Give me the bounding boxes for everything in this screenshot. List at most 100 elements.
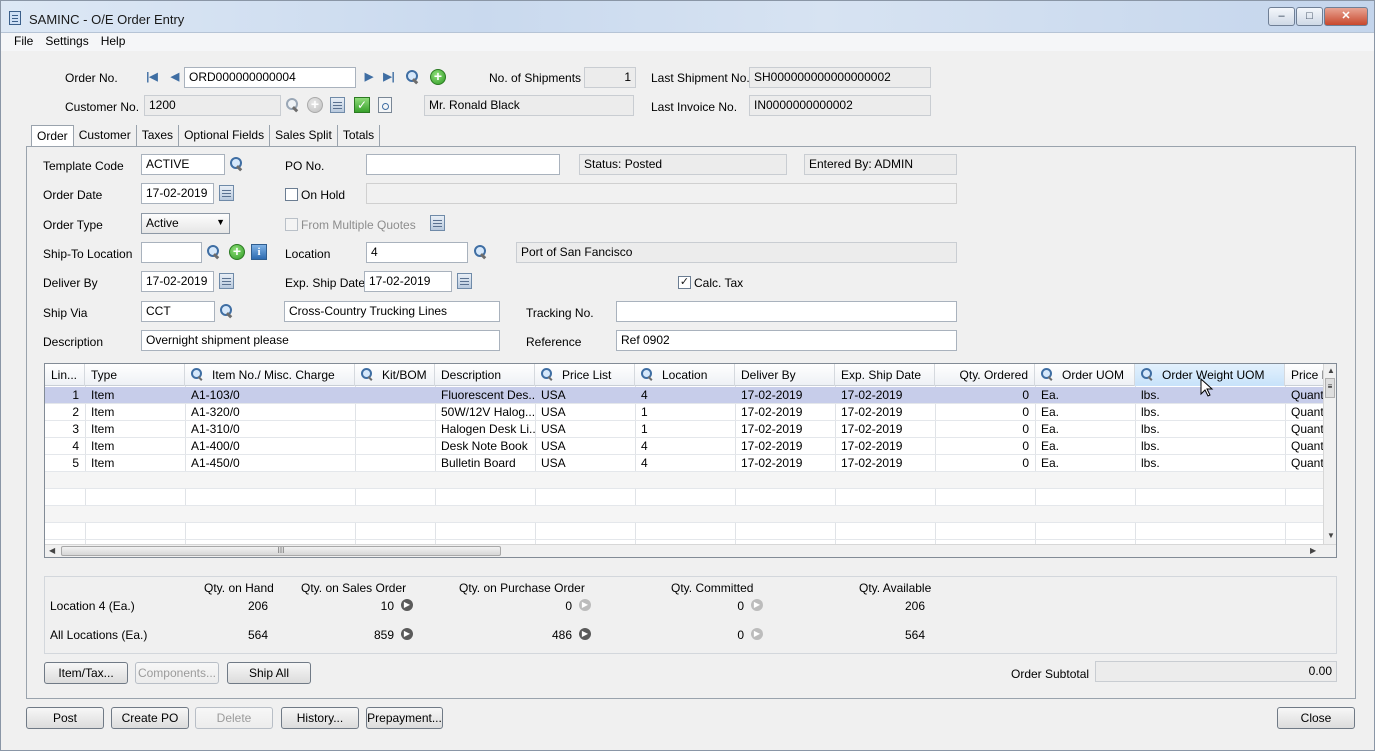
po-no-field[interactable] <box>366 154 560 175</box>
table-row[interactable]: 1 Item A1-103/0 Fluorescent Des... USA 4… <box>45 387 1325 404</box>
cell-location: 4 <box>641 439 648 453</box>
scroll-right-icon[interactable]: ▶ <box>1310 546 1316 555</box>
col-order-uom[interactable]: Order UOM <box>1035 364 1135 386</box>
location-finder-icon[interactable] <box>473 244 489 260</box>
ship-via-field[interactable]: CCT <box>141 301 215 322</box>
menu-settings[interactable]: Settings <box>39 33 94 48</box>
search-icon[interactable] <box>1141 368 1154 381</box>
scroll-thumb[interactable]: ≡ <box>1325 378 1335 398</box>
col-type[interactable]: Type <box>85 364 185 386</box>
customer-inquiry-icon[interactable] <box>378 97 392 113</box>
drilldown-icon[interactable]: ▶ <box>579 628 591 640</box>
table-row[interactable]: 3 Item A1-310/0 Halogen Desk Li... USA 1… <box>45 421 1325 438</box>
table-row-empty[interactable] <box>45 523 1325 540</box>
new-ship-to-icon[interactable]: + <box>229 244 245 260</box>
quotes-info-icon[interactable] <box>430 215 445 231</box>
col-location[interactable]: Location <box>635 364 735 386</box>
tab-optional-fields[interactable]: Optional Fields <box>179 125 271 147</box>
item-tax-button[interactable]: Item/Tax... <box>44 662 128 684</box>
first-record-icon[interactable]: |◀ <box>146 71 158 83</box>
table-row[interactable]: 2 Item A1-320/0 50W/12V Halog... USA 1 1… <box>45 404 1325 421</box>
scroll-up-icon[interactable]: ▲ <box>1327 366 1335 375</box>
tab-totals[interactable]: Totals <box>337 125 381 147</box>
table-row-empty[interactable] <box>45 489 1325 506</box>
tracking-field[interactable] <box>616 301 957 322</box>
scroll-left-icon[interactable]: ◀ <box>49 546 55 555</box>
reference-field[interactable]: Ref 0902 <box>616 330 957 351</box>
close-window-button[interactable]: ✕ <box>1324 7 1368 26</box>
grid-horizontal-scrollbar[interactable]: ◀ III ▶ <box>45 544 1336 557</box>
search-icon[interactable] <box>361 368 374 381</box>
table-row[interactable]: 4 Item A1-400/0 Desk Note Book USA 4 17-… <box>45 438 1325 455</box>
deliver-by-field[interactable]: 17-02-2019 <box>141 271 214 292</box>
order-finder-icon[interactable] <box>405 69 421 85</box>
exp-ship-calendar-icon[interactable] <box>457 273 472 289</box>
col-item-no[interactable]: Item No./ Misc. Charge <box>185 364 355 386</box>
col-price-list[interactable]: Price List <box>535 364 635 386</box>
calc-tax-checkbox[interactable]: ✓ <box>678 276 691 289</box>
ship-via-description[interactable]: Cross-Country Trucking Lines <box>284 301 500 322</box>
table-row-empty[interactable] <box>45 506 1325 523</box>
col-line[interactable]: Lin... <box>45 364 85 386</box>
order-detail-grid[interactable]: Lin... Type Item No./ Misc. Charge Kit/B… <box>44 363 1337 558</box>
search-icon[interactable] <box>191 368 204 381</box>
description-field[interactable]: Overnight shipment please <box>141 330 500 351</box>
search-icon[interactable] <box>541 368 554 381</box>
status-field: Status: Posted <box>579 154 787 175</box>
template-code-label: Template Code <box>43 159 124 173</box>
col-kit-bom[interactable]: Kit/BOM <box>355 364 435 386</box>
table-row[interactable]: 5 Item A1-450/0 Bulletin Board USA 4 17-… <box>45 455 1325 472</box>
maximize-button[interactable]: □ <box>1296 7 1323 26</box>
drilldown-icon[interactable]: ▶ <box>401 628 413 640</box>
next-record-icon[interactable]: ▶ <box>363 71 375 83</box>
location-field[interactable]: 4 <box>366 242 468 263</box>
col-deliver-by[interactable]: Deliver By <box>735 364 835 386</box>
col-qty-ordered[interactable]: Qty. Ordered <box>935 364 1035 386</box>
cell-order-uom: Ea. <box>1041 405 1060 419</box>
new-order-icon[interactable]: + <box>430 69 446 85</box>
col-exp-ship-date[interactable]: Exp. Ship Date <box>835 364 935 386</box>
ship-to-finder-icon[interactable] <box>206 244 222 260</box>
tab-sales-split[interactable]: Sales Split <box>270 125 338 147</box>
scroll-thumb[interactable]: III <box>61 546 501 556</box>
order-date-calendar-icon[interactable] <box>219 185 234 201</box>
exp-ship-field[interactable]: 17-02-2019 <box>364 271 452 292</box>
create-po-button[interactable]: Create PO <box>111 707 189 729</box>
ship-all-button[interactable]: Ship All <box>227 662 311 684</box>
table-row-empty[interactable] <box>45 472 1325 489</box>
ship-to-info-icon[interactable]: i <box>251 244 267 260</box>
last-record-icon[interactable]: ▶| <box>383 71 395 83</box>
customer-finder-icon[interactable] <box>285 97 301 113</box>
col-price-by[interactable]: Price E <box>1285 364 1325 386</box>
minimize-button[interactable]: – <box>1268 7 1295 26</box>
template-finder-icon[interactable] <box>229 156 245 172</box>
tab-taxes[interactable]: Taxes <box>136 125 180 147</box>
post-button[interactable]: Post <box>26 707 104 729</box>
menu-file[interactable]: File <box>1 33 39 48</box>
search-icon[interactable] <box>1041 368 1054 381</box>
drilldown-icon[interactable]: ▶ <box>401 599 413 611</box>
close-button[interactable]: Close <box>1277 707 1355 729</box>
order-date-field[interactable]: 17-02-2019 <box>141 183 214 204</box>
ship-to-field[interactable] <box>141 242 202 263</box>
location-qty-on-so: 10 <box>380 599 394 613</box>
tab-order[interactable]: Order <box>31 125 74 148</box>
scroll-down-icon[interactable]: ▼ <box>1327 531 1335 540</box>
order-type-select[interactable]: Active ▼ <box>141 213 230 234</box>
col-description[interactable]: Description <box>435 364 535 386</box>
deliver-by-calendar-icon[interactable] <box>219 273 234 289</box>
template-code-field[interactable]: ACTIVE <box>141 154 225 175</box>
menu-help[interactable]: Help <box>95 33 132 48</box>
customer-info-icon[interactable] <box>330 97 345 113</box>
previous-record-icon[interactable]: ◀ <box>169 71 181 83</box>
ship-via-finder-icon[interactable] <box>219 303 235 319</box>
on-hold-checkbox[interactable] <box>285 188 298 201</box>
grid-vertical-scrollbar[interactable]: ▲ ≡ ▼ <box>1323 364 1336 545</box>
prepayment-button[interactable]: Prepayment... <box>366 707 443 729</box>
cell-deliver-by: 17-02-2019 <box>741 456 803 470</box>
order-no-field[interactable]: ORD000000000004 <box>184 67 356 88</box>
tab-customer[interactable]: Customer <box>73 125 137 147</box>
history-button[interactable]: History... <box>281 707 359 729</box>
credit-check-icon[interactable]: ✓ <box>354 97 370 113</box>
search-icon[interactable] <box>641 368 654 381</box>
